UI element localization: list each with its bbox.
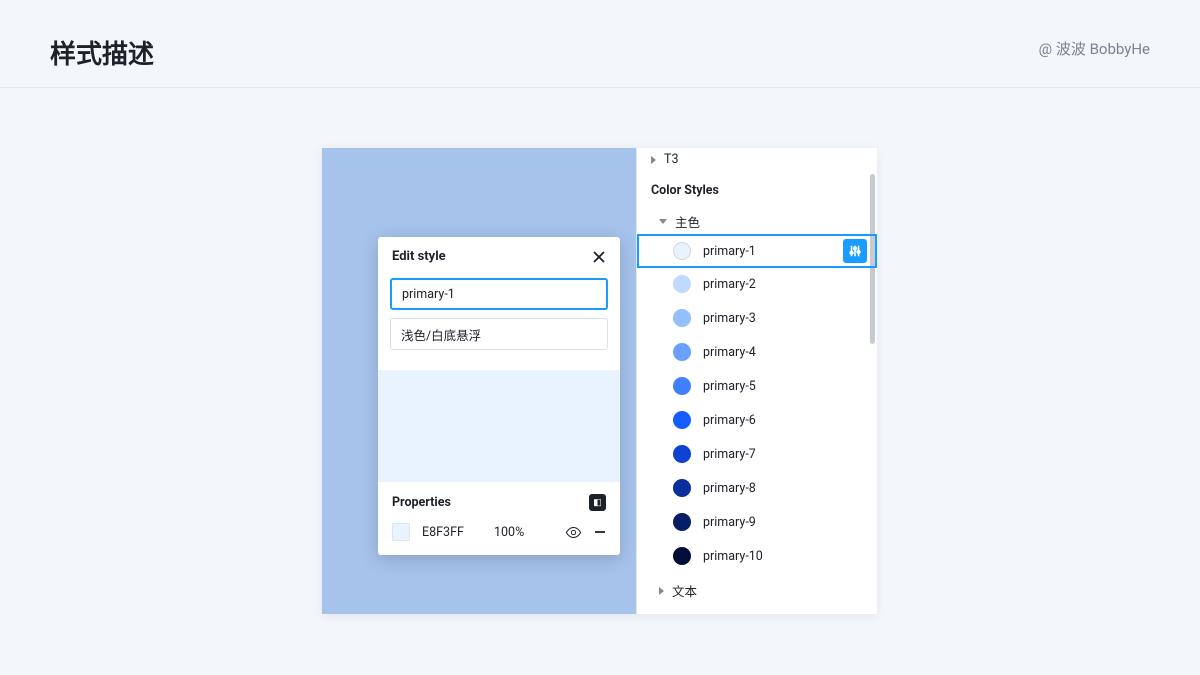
caret-right-icon (659, 587, 664, 595)
color-style-item[interactable]: primary-10 (637, 539, 877, 573)
section-title: Color Styles (637, 175, 877, 208)
color-style-item[interactable]: primary-4 (637, 335, 877, 369)
color-style-label: primary-10 (703, 549, 867, 564)
style-description-input[interactable] (390, 318, 608, 350)
color-swatch-dot (673, 242, 691, 260)
color-style-label: primary-1 (703, 244, 831, 259)
visibility-icon[interactable] (565, 524, 582, 541)
sliders-icon (848, 244, 862, 258)
color-swatch-dot (673, 309, 691, 327)
caret-down-icon (659, 219, 667, 224)
remove-icon[interactable] (594, 526, 606, 538)
properties-title: Properties (392, 495, 451, 510)
fill-swatch[interactable] (392, 523, 410, 541)
color-style-item[interactable]: primary-9 (637, 505, 877, 539)
truncated-label: T3 (664, 152, 678, 167)
color-style-item[interactable]: primary-7 (637, 437, 877, 471)
color-style-item[interactable]: primary-8 (637, 471, 877, 505)
popup-title: Edit style (392, 249, 446, 264)
color-style-label: primary-9 (703, 515, 867, 530)
color-style-item[interactable]: primary-1 (637, 234, 877, 268)
workspace: Edit style Properties ◧ E8F3FF (322, 148, 877, 614)
styles-panel: T3 Color Styles 主色 primary-1primary-2pri… (636, 148, 877, 614)
color-style-label: primary-7 (703, 447, 867, 462)
color-list: primary-1 primary-2 primary-3 primary-4 prim… (637, 234, 877, 573)
style-name-input[interactable] (390, 278, 608, 310)
properties-header: Properties ◧ (392, 494, 606, 511)
color-style-label: primary-2 (703, 277, 867, 292)
fill-hex[interactable]: E8F3FF (422, 525, 482, 540)
color-style-item[interactable]: primary-6 (637, 403, 877, 437)
color-swatch-dot (673, 479, 691, 497)
color-swatch-dot (673, 377, 691, 395)
group-primary[interactable]: 主色 (637, 208, 877, 235)
color-style-item[interactable]: primary-3 (637, 301, 877, 335)
truncated-prev-item[interactable]: T3 (637, 148, 877, 175)
fill-row: E8F3FF 100% (392, 523, 606, 541)
color-style-label: primary-4 (703, 345, 867, 360)
color-preview (378, 370, 620, 482)
color-swatch-dot (673, 343, 691, 361)
attribution: @ 波波 BobbyHe (1039, 38, 1150, 59)
group-label: 主色 (675, 212, 700, 231)
adjust-style-button[interactable] (843, 239, 867, 263)
page-title: 样式描述 (50, 34, 154, 71)
color-style-label: primary-8 (703, 481, 867, 496)
canvas-area: Edit style Properties ◧ E8F3FF (322, 148, 636, 614)
close-icon[interactable] (592, 250, 606, 264)
edit-style-popup: Edit style Properties ◧ E8F3FF (378, 237, 620, 555)
style-type-icon[interactable]: ◧ (589, 494, 606, 511)
color-style-label: primary-3 (703, 311, 867, 326)
color-swatch-dot (673, 445, 691, 463)
color-style-label: primary-6 (703, 413, 867, 428)
color-style-label: primary-5 (703, 379, 867, 394)
page-header: 样式描述 @ 波波 BobbyHe (0, 0, 1200, 88)
popup-inputs (378, 278, 620, 370)
group-text[interactable]: 文本 (637, 573, 877, 604)
properties-section: Properties ◧ E8F3FF 100% (378, 482, 620, 555)
caret-right-icon (651, 156, 656, 164)
popup-header: Edit style (378, 237, 620, 278)
color-swatch-dot (673, 547, 691, 565)
color-swatch-dot (673, 275, 691, 293)
color-swatch-dot (673, 513, 691, 531)
color-style-item[interactable]: primary-5 (637, 369, 877, 403)
fill-opacity[interactable]: 100% (494, 525, 538, 540)
color-style-item[interactable]: primary-2 (637, 267, 877, 301)
group-label: 文本 (672, 581, 697, 600)
color-swatch-dot (673, 411, 691, 429)
